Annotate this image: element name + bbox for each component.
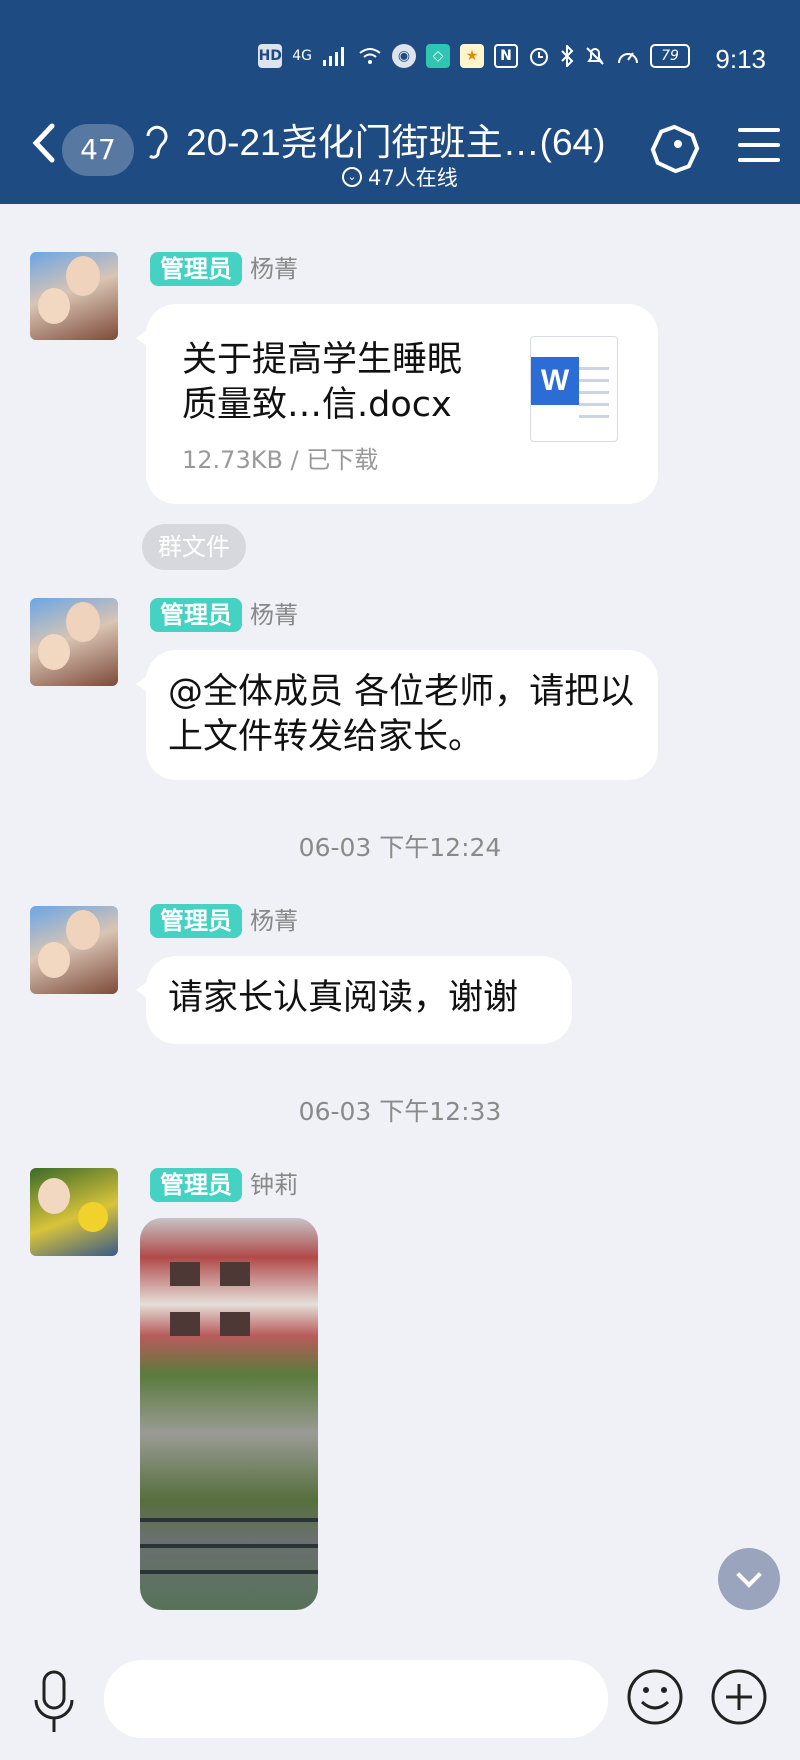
- avatar[interactable]: [30, 1168, 118, 1256]
- sender-name: 杨菁: [250, 601, 298, 629]
- message-input[interactable]: [104, 1660, 608, 1738]
- microphone-icon[interactable]: [30, 1668, 78, 1738]
- status-bar: HD 4G ◉ ◇ ★ N 79 9:13: [0, 38, 800, 78]
- avatar[interactable]: [30, 252, 118, 340]
- role-badge: 管理员: [150, 904, 242, 938]
- sender-name: 杨菁: [250, 255, 298, 283]
- back-arrow-icon[interactable]: [30, 122, 58, 164]
- hd-icon: HD: [258, 44, 283, 68]
- role-badge: 管理员: [150, 252, 242, 286]
- file-name: 关于提高学生睡眠质量致…信.docx: [182, 340, 463, 425]
- message-text: 请家长认真阅读，谢谢: [168, 978, 519, 1018]
- image-message[interactable]: [140, 1218, 318, 1610]
- app-header: HD 4G ◉ ◇ ★ N 79 9:13 47 20-21尧化门街班主…(64…: [0, 0, 800, 204]
- sender-name: 杨菁: [250, 907, 298, 935]
- file-meta: 12.73KB / 已下载: [182, 446, 379, 474]
- alarm-icon: [530, 48, 548, 66]
- unread-count-badge[interactable]: 47: [62, 124, 134, 176]
- clock: 9:13: [715, 44, 766, 74]
- timestamp: 06-03 下午12:33: [298, 1097, 502, 1126]
- battery-icon: 79: [650, 44, 690, 68]
- network-type: 4G: [292, 48, 312, 64]
- chat-titlebar: 47 20-21尧化门街班主…(64) ⌄ 47人在线: [0, 100, 800, 200]
- signal-icon: [323, 47, 344, 66]
- speed-icon: [618, 52, 638, 64]
- status-icons: HD 4G ◉ ◇ ★ N 79: [258, 44, 690, 68]
- menu-icon[interactable]: [738, 128, 780, 166]
- group-file-tag[interactable]: 群文件: [142, 524, 246, 570]
- wifi-icon: [359, 48, 381, 64]
- avatar[interactable]: [30, 598, 118, 686]
- chevron-down-icon: ⌄: [342, 167, 362, 187]
- online-status[interactable]: ⌄ 47人在线: [342, 162, 458, 192]
- scroll-to-bottom-button[interactable]: [718, 1548, 780, 1610]
- app-icon: ◇: [426, 44, 450, 68]
- role-badge: 管理员: [150, 1168, 242, 1202]
- avatar[interactable]: [30, 906, 118, 994]
- role-badge: 管理员: [150, 598, 242, 632]
- timestamp: 06-03 下午12:24: [298, 833, 502, 862]
- earpiece-mode-icon: [146, 125, 168, 159]
- input-bar: [0, 1648, 800, 1760]
- mute-icon: [586, 47, 604, 65]
- browser-app-icon: ◉: [392, 44, 416, 68]
- sender-name: 钟莉: [250, 1171, 298, 1199]
- app-icon: ★: [460, 44, 484, 68]
- plus-icon[interactable]: [710, 1668, 768, 1726]
- group-title[interactable]: 20-21尧化门街班主…(64): [186, 112, 605, 166]
- group-tag-icon[interactable]: [648, 122, 702, 176]
- message-text: @全体成员 各位老师，请把以上文件转发给家长。: [168, 672, 635, 757]
- word-document-icon: W: [530, 336, 618, 442]
- bluetooth-icon: [561, 45, 574, 67]
- nfc-icon: N: [494, 44, 518, 68]
- online-count-label: 47人在线: [368, 166, 458, 190]
- emoji-icon[interactable]: [626, 1668, 684, 1726]
